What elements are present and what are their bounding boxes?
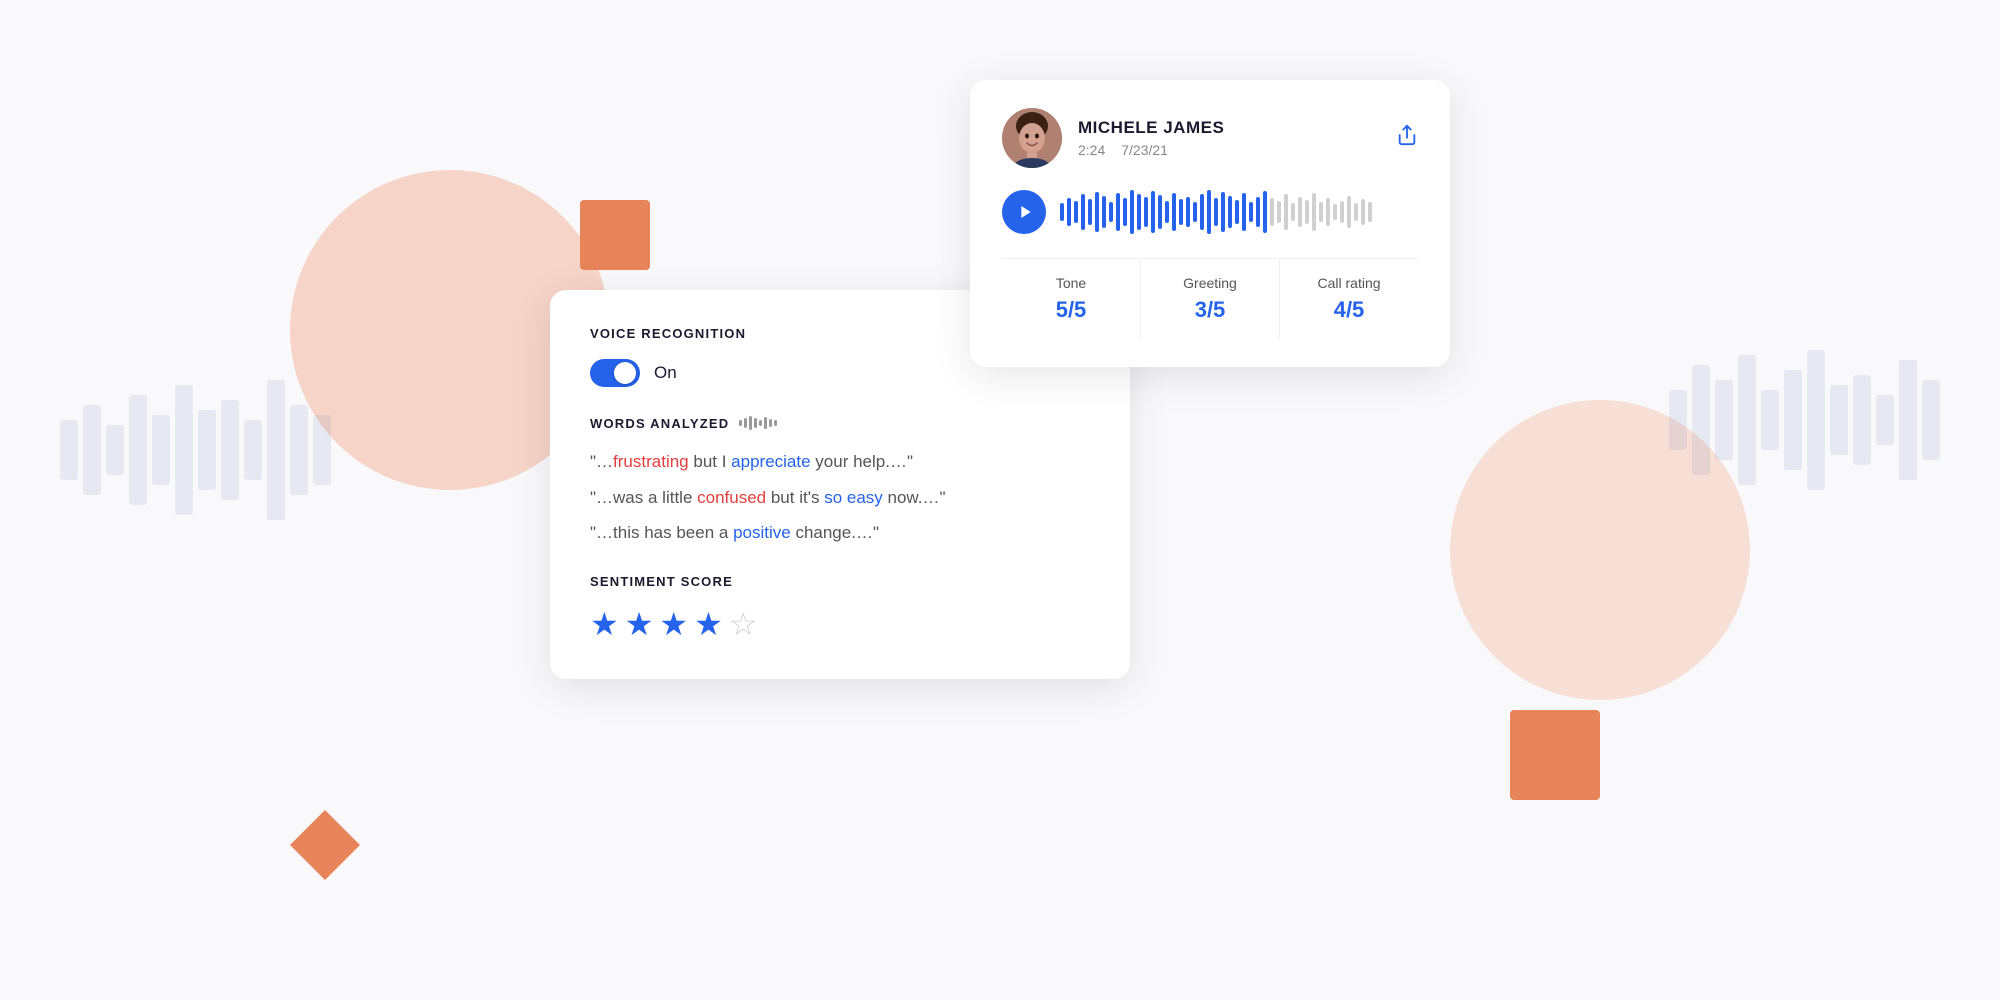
quote1-word2: appreciate	[731, 452, 810, 471]
avatar	[1002, 108, 1062, 168]
words-analyzed-label: WORDS ANALYZED	[590, 416, 729, 431]
quote1-middle: but I	[689, 452, 732, 471]
quote2-middle: but it's	[766, 488, 824, 507]
call-duration: 2:24	[1078, 142, 1105, 158]
caller-name: MICHELE JAMES	[1078, 118, 1224, 138]
star-3: ★	[659, 605, 688, 643]
stars-row: ★ ★ ★ ★ ☆	[590, 605, 1090, 643]
call-meta: 2:24 7/23/21	[1078, 142, 1224, 158]
greeting-label: Greeting	[1153, 275, 1267, 291]
words-analyzed-header: WORDS ANALYZED	[590, 415, 1090, 431]
metrics-row: Tone 5/5 Greeting 3/5 Call rating 4/5	[1002, 258, 1418, 339]
quote2-suffix: now.…"	[883, 488, 946, 507]
sentiment-score-label: SENTIMENT SCORE	[590, 574, 1090, 589]
bg-waveform-left	[60, 380, 331, 520]
tone-label: Tone	[1014, 275, 1128, 291]
quote3-suffix: change.…"	[791, 523, 879, 542]
quote3-prefix: "…this has been a	[590, 523, 733, 542]
audio-player	[1002, 190, 1418, 234]
star-5-empty: ☆	[729, 605, 758, 643]
voice-recognition-toggle[interactable]	[590, 359, 640, 387]
star-2: ★	[625, 605, 654, 643]
quote-line-2: "…was a little confused but it's so easy…	[590, 485, 1090, 511]
audio-waveform	[1060, 190, 1418, 234]
bg-rect-bottom	[290, 810, 360, 880]
avatar-name-row: MICHELE JAMES 2:24 7/23/21	[1002, 108, 1224, 168]
quote1-prefix: "…	[590, 452, 613, 471]
quote3-word1: positive	[733, 523, 791, 542]
quote1-word1: frustrating	[613, 452, 689, 471]
quote1-suffix: your help.…"	[811, 452, 913, 471]
bg-rect-right	[1510, 710, 1600, 800]
toggle-label: On	[654, 363, 677, 383]
greeting-value: 3/5	[1153, 297, 1267, 323]
quote2-word2: so easy	[824, 488, 883, 507]
quote-line-3: "…this has been a positive change.…"	[590, 520, 1090, 546]
call-rating-label: Call rating	[1292, 275, 1406, 291]
metric-tone: Tone 5/5	[1002, 259, 1141, 339]
star-4: ★	[694, 605, 723, 643]
quotes-section: "…frustrating but I appreciate your help…	[590, 449, 1090, 546]
quote2-word1: confused	[697, 488, 766, 507]
caller-info: MICHELE JAMES 2:24 7/23/21	[1078, 118, 1224, 158]
call-recording-card: MICHELE JAMES 2:24 7/23/21	[970, 80, 1450, 367]
bg-waveform-right	[1669, 350, 1940, 490]
call-date: 7/23/21	[1121, 142, 1168, 158]
metric-call-rating: Call rating 4/5	[1280, 259, 1418, 339]
star-1: ★	[590, 605, 619, 643]
call-card-header: MICHELE JAMES 2:24 7/23/21	[1002, 108, 1418, 168]
tone-value: 5/5	[1014, 297, 1128, 323]
quote-line-1: "…frustrating but I appreciate your help…	[590, 449, 1090, 475]
bg-rect-top	[580, 200, 650, 270]
share-icon[interactable]	[1396, 124, 1418, 152]
call-rating-value: 4/5	[1292, 297, 1406, 323]
quote2-prefix: "…was a little	[590, 488, 697, 507]
play-button[interactable]	[1002, 190, 1046, 234]
waveform-small-icon	[739, 415, 777, 431]
metric-greeting: Greeting 3/5	[1141, 259, 1280, 339]
